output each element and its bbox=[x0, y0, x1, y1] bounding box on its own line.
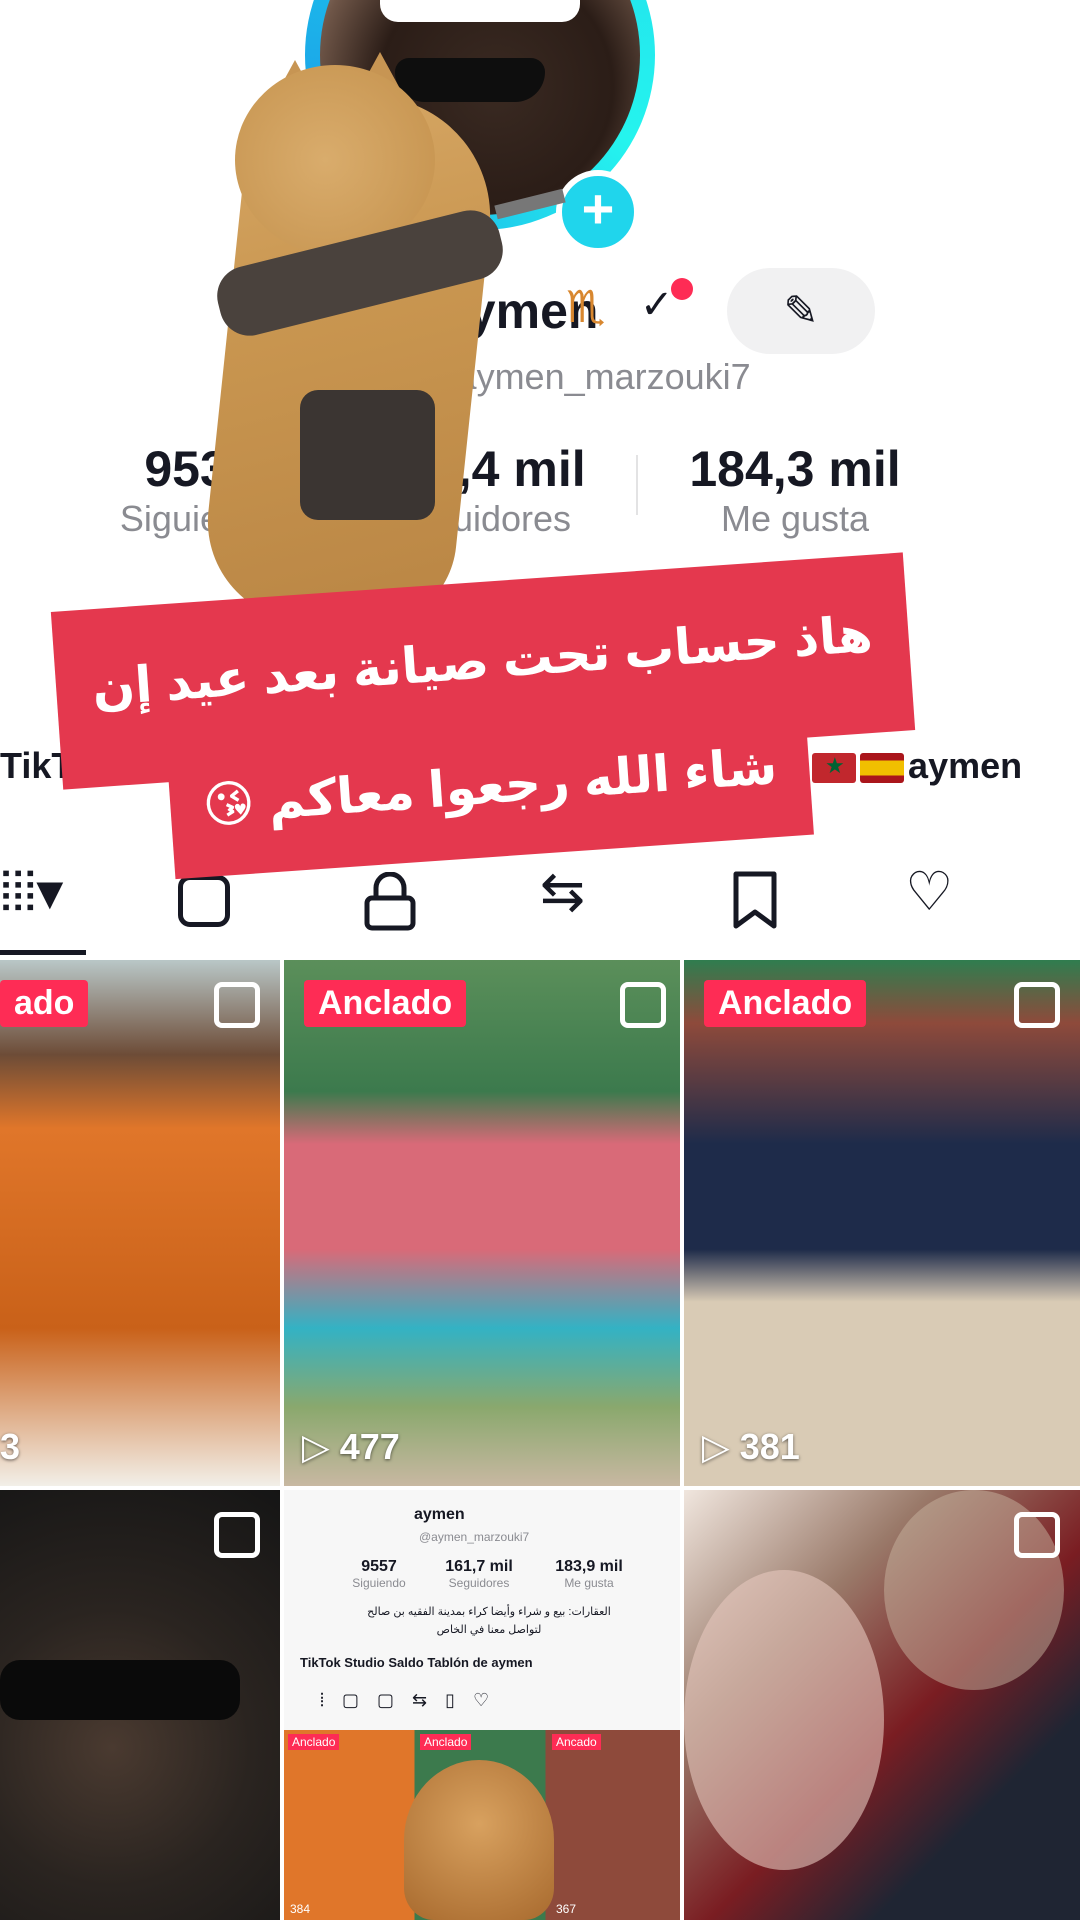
edit-profile-button[interactable]: ✎ bbox=[727, 268, 875, 354]
inner-username: aymen bbox=[414, 1506, 465, 1523]
heart-icon[interactable]: ♡ bbox=[905, 860, 953, 923]
morocco-flag-icon bbox=[812, 753, 857, 784]
multi-image-icon bbox=[1014, 982, 1060, 1028]
inner-stat-label: Siguiendo bbox=[352, 1576, 406, 1590]
pinned-badge: Anclado bbox=[704, 980, 867, 1027]
inner-pinned-badge: Anclado bbox=[288, 1734, 340, 1750]
inner-view-count: 367 bbox=[556, 1902, 577, 1916]
inner-stat-value: 9557 bbox=[361, 1558, 397, 1575]
lock-icon[interactable] bbox=[362, 871, 418, 932]
bookmark-icon[interactable] bbox=[730, 870, 780, 930]
inner-stat: 9557 Siguiendo bbox=[344, 1558, 414, 1590]
inner-stat-value: 161,7 mil bbox=[445, 1558, 513, 1575]
inner-stat: 161,7 mil Seguidores bbox=[434, 1558, 524, 1590]
repost-icon[interactable]: ⇆ bbox=[540, 860, 585, 923]
pinned-badge: ado bbox=[0, 980, 89, 1027]
sunglasses-shape bbox=[0, 1660, 240, 1720]
view-count-wrapper: ▷ 477 bbox=[302, 1426, 400, 1468]
play-icon: ▷ bbox=[302, 1426, 340, 1467]
chevron-down-icon[interactable]: ✓ bbox=[640, 282, 674, 328]
inner-bio-line: لتواصل معنا في الخاص bbox=[436, 1624, 542, 1636]
multi-image-icon bbox=[214, 982, 260, 1028]
multi-image-icon bbox=[214, 1512, 260, 1558]
scorpion-icon: ♏ bbox=[566, 283, 606, 332]
video-thumbnail[interactable] bbox=[0, 1490, 280, 1920]
camera-notch bbox=[380, 0, 580, 22]
pinned-badge: Anclado bbox=[304, 980, 467, 1027]
inner-handle: @aymen_marzouki7 bbox=[419, 1530, 530, 1544]
view-count: 381 bbox=[739, 1426, 800, 1467]
inner-grid: Anclado Anclado Ancado 384 367 bbox=[284, 1730, 680, 1920]
blurred-face bbox=[684, 1570, 884, 1870]
inner-pinned-badge: Ancado bbox=[552, 1734, 601, 1750]
stat-divider bbox=[636, 455, 638, 515]
add-avatar-plus-button[interactable]: + bbox=[556, 170, 640, 254]
inner-links: TikTok Studio Saldo Tablón de aymen bbox=[300, 1655, 533, 1670]
inner-stat: 183,9 mil Me gusta bbox=[544, 1558, 634, 1590]
video-thumbnail[interactable]: Anclado ▷ 477 bbox=[284, 960, 680, 1486]
tablon-link[interactable]: e aymen bbox=[782, 745, 1022, 787]
inner-stat-label: Me gusta bbox=[564, 1576, 614, 1590]
stat-likes-label: Me gusta bbox=[720, 498, 870, 539]
avatar-sunglasses bbox=[395, 58, 545, 102]
view-count: 3 bbox=[0, 1426, 21, 1467]
view-count: 477 bbox=[339, 1426, 400, 1467]
stat-likes[interactable]: 184,3 mil Me gusta bbox=[670, 440, 920, 540]
multi-image-icon bbox=[1014, 1512, 1060, 1558]
drill-handle bbox=[300, 390, 435, 520]
inner-view-count: 384 bbox=[290, 1902, 311, 1916]
inner-pinned-badge: Anclado bbox=[420, 1734, 472, 1750]
video-thumbnail[interactable] bbox=[684, 1490, 1080, 1920]
hamster-sticker bbox=[404, 1760, 554, 1920]
inner-bio-line: العقارات: بيع و شراء وأيضا كراء بمدينة ا… bbox=[367, 1606, 611, 1618]
notification-dot bbox=[671, 278, 693, 300]
inner-stat-label: Seguidores bbox=[448, 1576, 510, 1590]
multi-image-icon bbox=[620, 982, 666, 1028]
active-tab-indicator bbox=[0, 950, 86, 955]
spain-flag-icon bbox=[860, 753, 905, 784]
inner-tabs: ⦙▢▢⇆▯♡ bbox=[320, 1690, 508, 1710]
video-thumbnail[interactable]: Anclado ▷ 381 bbox=[684, 960, 1080, 1486]
stat-likes-value: 184,3 mil bbox=[689, 441, 901, 497]
inner-stat-value: 183,9 mil bbox=[555, 1558, 623, 1575]
tablon-link-label: aymen bbox=[908, 745, 1023, 786]
grid-icon[interactable]: ⦙⦙⦙▾ bbox=[0, 860, 63, 924]
view-count-wrapper: ▷ 381 bbox=[702, 1426, 800, 1468]
pencil-icon: ✎ bbox=[783, 287, 819, 334]
banner-line-1: هاذ حساب تحت صيانة بعد عيد إن bbox=[90, 605, 875, 717]
video-thumbnail[interactable]: ado 3 bbox=[0, 960, 280, 1486]
video-thumbnail[interactable]: aymen @aymen_marzouki7 9557 Siguiendo 16… bbox=[284, 1490, 680, 1920]
play-icon: ▷ bbox=[702, 1426, 740, 1467]
repost-sticker-icon[interactable] bbox=[178, 875, 230, 927]
